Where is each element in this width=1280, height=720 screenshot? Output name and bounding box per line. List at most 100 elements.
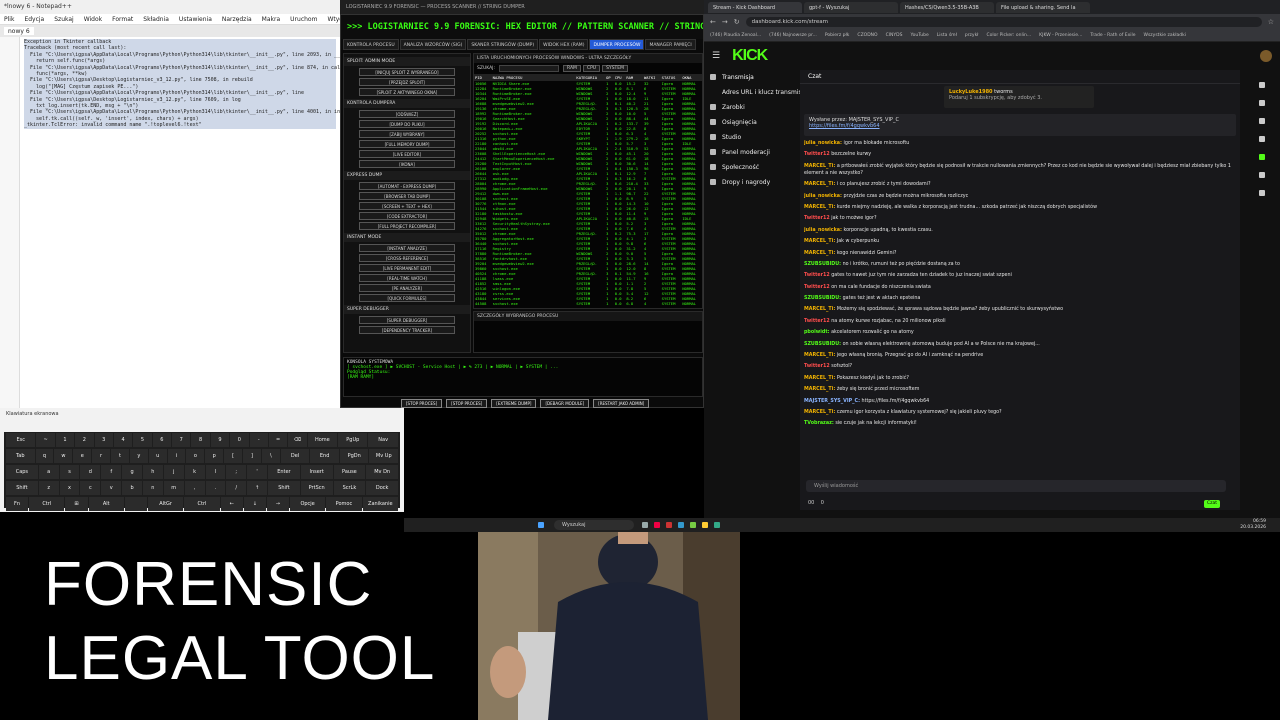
keyboard-key[interactable]: / (226, 481, 247, 495)
keyboard-key[interactable]: End (310, 449, 339, 463)
sidebar-item[interactable]: Osiągnięcia (704, 115, 800, 130)
notepad-menu-item[interactable]: Narzędzia (222, 16, 252, 23)
chat-username[interactable]: MARCEL_Ti: (804, 376, 835, 381)
forensic-action-button[interactable]: [ODŚWIEŻ] (359, 110, 455, 118)
keyboard-key[interactable]: ScrLk (333, 481, 366, 495)
keyboard-key[interactable]: Nav (368, 433, 398, 447)
keyboard-key[interactable]: u (148, 449, 167, 463)
keyboard-key[interactable]: ; (226, 465, 247, 479)
forensic-tab[interactable]: MANAGER PAMIĘCI (645, 39, 696, 50)
chat-username[interactable]: MARCEL_Ti: (804, 205, 835, 210)
chat-username[interactable]: SZUBSUBIDU: (804, 342, 841, 347)
keyboard-key[interactable]: 9 (210, 433, 230, 447)
forensic-tab[interactable]: WIDOK HEX (RAM) (539, 39, 589, 50)
keyboard-key[interactable]: w (54, 449, 73, 463)
keyboard-key[interactable]: h (142, 465, 163, 479)
chat-username[interactable]: MARCEL_Ti: (804, 239, 835, 244)
forensic-tab[interactable]: DUMPER PROCESÓW (589, 39, 645, 50)
browser-tab[interactable]: File upload & sharing. Send la (996, 1, 1090, 13)
forensic-action-button[interactable]: [CODE EXTRACTOR] (359, 212, 455, 220)
toolbar-icon[interactable] (1259, 82, 1265, 88)
chat-username[interactable]: MARCEL_Ti: (804, 307, 835, 312)
keyboard-key[interactable]: = (268, 433, 288, 447)
keyboard-key[interactable]: c (80, 481, 101, 495)
bookmark-item[interactable]: YouTube (910, 33, 928, 38)
app-icon[interactable] (690, 522, 696, 528)
column-header[interactable]: STATUS (660, 74, 682, 81)
filter-button[interactable]: SYSTEM (602, 65, 629, 72)
bookmark-item[interactable]: Wszystkie zakładki (1144, 33, 1186, 38)
forensic-action-button[interactable]: [INSTANT ANALYZE] (359, 244, 455, 252)
sidebar-item[interactable]: Zarobki (704, 100, 800, 115)
forensic-action-button[interactable]: [LIVE EDITOR] (359, 150, 455, 158)
browser-tab[interactable]: Hashes/CS/Qwen3.5-35B-A3B (900, 1, 994, 13)
forensic-bottom-button[interactable]: [EXTREME DUMP] (491, 399, 537, 408)
chat-username[interactable]: MARCEL_Ti: (804, 164, 835, 169)
keyboard-key[interactable]: Alt (88, 497, 124, 511)
app-icon[interactable] (714, 522, 720, 528)
bookmark-item[interactable]: Pobierz płk (825, 33, 850, 38)
app-icon[interactable] (678, 522, 684, 528)
filter-input[interactable] (499, 65, 560, 72)
notepad-menu-item[interactable]: Makra (262, 16, 280, 23)
bookmark-item[interactable]: CINYDS (886, 33, 903, 38)
keyboard-key[interactable]: ↑ (247, 481, 268, 495)
keyboard-key[interactable]: 0 (230, 433, 249, 447)
notepad-menu-item[interactable]: Widok (84, 16, 102, 23)
chat-username[interactable]: SZUBSUBIDU: (804, 262, 841, 267)
keyboard-key[interactable]: o (186, 449, 205, 463)
notepad-menu-item[interactable]: Szukaj (54, 16, 73, 23)
keyboard-key[interactable]: Tab (6, 449, 35, 463)
forensic-action-button[interactable]: [FULL MEMORY DUMP] (359, 140, 455, 148)
column-header[interactable]: OKNA (681, 74, 702, 81)
forensic-action-button[interactable]: [PRZEJDZ SPLOIT] (359, 78, 455, 86)
column-header[interactable]: WATKI (643, 74, 661, 81)
keyboard-key[interactable]: ↓ (243, 497, 266, 511)
keyboard-key[interactable]: PgUp (338, 433, 368, 447)
sidebar-item[interactable]: Dropy i nagrody (704, 175, 800, 190)
keyboard-key[interactable]: Shift (268, 481, 300, 495)
star-icon[interactable]: ☆ (1268, 18, 1274, 26)
forensic-action-button[interactable]: [QUICK FORMULES] (359, 294, 455, 302)
chat-username[interactable]: MAJSTER_SYS_VIP_C: (804, 399, 860, 404)
forensic-tab[interactable]: KONTROLA PROCESU (343, 39, 399, 50)
sidebar-item[interactable]: Studio (704, 130, 800, 145)
keyboard-key[interactable]: Opcje (289, 497, 326, 511)
keyboard-key[interactable]: Shift (6, 481, 38, 495)
keyboard-key[interactable]: k (184, 465, 205, 479)
keyboard-key[interactable]: . (205, 481, 226, 495)
forensic-action-button[interactable]: [DEPENDENCY TRACKER] (359, 326, 455, 334)
keyboard-key[interactable]: 8 (191, 433, 210, 447)
keyboard-key[interactable]: x (59, 481, 80, 495)
notepad-text-area[interactable]: Exception in Tkinter callback Traceback (… (20, 37, 340, 408)
forensic-bottom-button[interactable]: [RESTART JAKO ADMIN] (593, 399, 650, 408)
keyboard-key[interactable]: → (266, 497, 289, 511)
keyboard-key[interactable]: Caps (6, 465, 38, 479)
bookmark-item[interactable]: (746) Najnowsze pr... (769, 33, 817, 38)
notepad-menu-item[interactable]: Edycja (24, 16, 44, 23)
sidebar-item[interactable]: Transmisja (704, 70, 800, 85)
column-header[interactable]: OP (605, 74, 614, 81)
keyboard-key[interactable]: t (111, 449, 129, 463)
toolbar-icon[interactable] (1259, 118, 1265, 124)
chat-username[interactable]: MARCEL_Ti: (804, 410, 835, 415)
forensic-action-button[interactable]: [SUPER DEBUGGER] (359, 316, 455, 324)
column-header[interactable]: KATEGORIA (575, 74, 606, 81)
keyboard-key[interactable]: d (80, 465, 101, 479)
keyboard-key[interactable]: Zanikanie (362, 497, 398, 511)
keyboard-key[interactable]: l (205, 465, 226, 479)
forensic-action-button[interactable]: [IKONA] (359, 160, 455, 168)
keyboard-key[interactable]: 7 (172, 433, 191, 447)
chat-username[interactable]: MARCEL_Ti: (804, 251, 835, 256)
keyboard-key[interactable]: , (184, 481, 205, 495)
taskbar-clock[interactable]: 06:59 20.03.2026 (1240, 519, 1266, 531)
chat-username[interactable]: Twitter12 (804, 319, 830, 324)
chat-username[interactable]: Twitter12 (804, 216, 830, 221)
chat-username[interactable]: MARCEL_Ti: (804, 353, 835, 358)
keyboard-key[interactable]: ' (247, 465, 268, 479)
chat-username[interactable]: TVobrazaz: (804, 421, 834, 426)
forensic-action-button[interactable]: [CROSS-REFERENCE] (359, 254, 455, 262)
keyboard-key[interactable]: Fn (6, 497, 29, 511)
filter-button[interactable]: RAM (563, 65, 581, 72)
notepad-menu-item[interactable]: Plik (4, 16, 14, 23)
